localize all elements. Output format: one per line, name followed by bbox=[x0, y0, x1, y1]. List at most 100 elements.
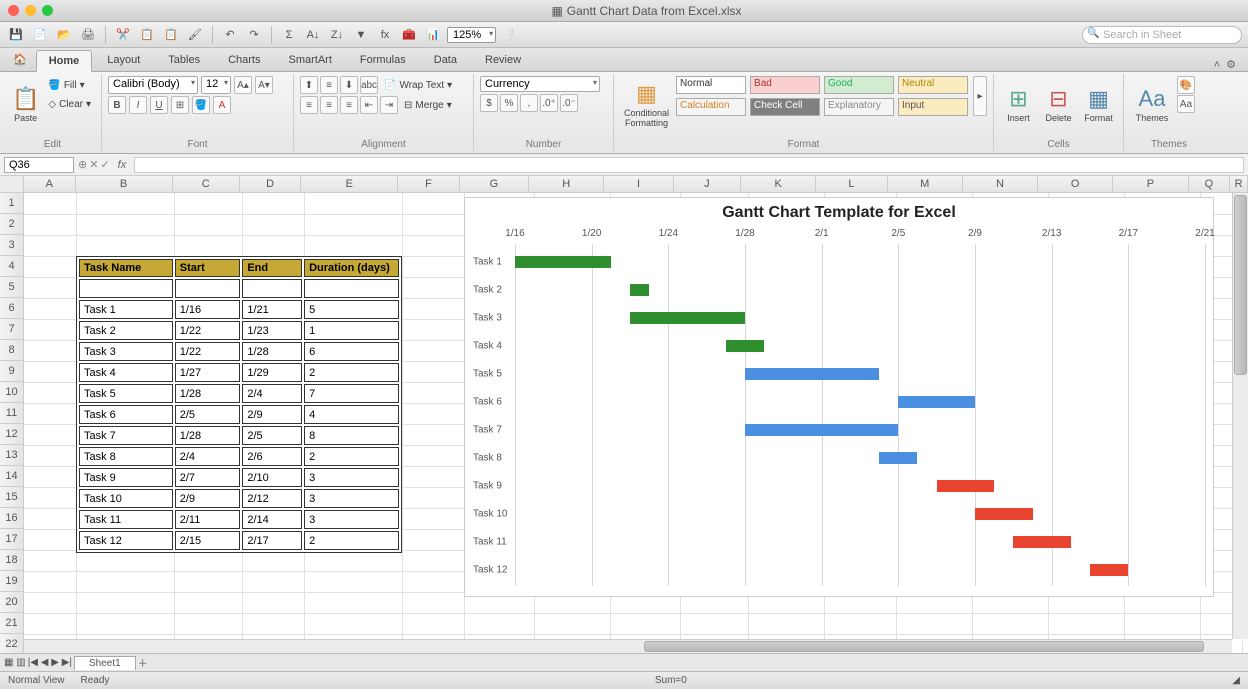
ribbon-tab-review[interactable]: Review bbox=[472, 49, 534, 71]
select-all-button[interactable] bbox=[0, 176, 24, 193]
undo-icon[interactable]: ↶ bbox=[220, 25, 240, 45]
fill-color-button[interactable]: 🪣 bbox=[192, 96, 210, 114]
ribbon-tab-charts[interactable]: Charts bbox=[215, 49, 273, 71]
theme-colors-icon[interactable]: 🎨 bbox=[1177, 76, 1195, 94]
expand-refs-icon[interactable]: ⊕ bbox=[78, 158, 87, 171]
gantt-bar[interactable] bbox=[937, 480, 995, 492]
formula-input[interactable] bbox=[134, 157, 1244, 173]
zoom-window-button[interactable] bbox=[42, 5, 53, 16]
add-sheet-button[interactable]: ＋ bbox=[138, 655, 148, 670]
row-header-10[interactable]: 10 bbox=[0, 382, 23, 403]
column-headers[interactable]: ABCDEFGHIJKLMNOPQR bbox=[24, 176, 1248, 193]
ribbon-collapse-icon[interactable]: ˄ bbox=[1214, 59, 1220, 71]
clear-button[interactable]: ◇ Clear ▾ bbox=[44, 95, 95, 113]
row-header-9[interactable]: 9 bbox=[0, 361, 23, 382]
row-header-21[interactable]: 21 bbox=[0, 613, 23, 634]
cell-style-normal[interactable]: Normal bbox=[676, 76, 746, 94]
minimize-window-button[interactable] bbox=[25, 5, 36, 16]
font-color-button[interactable]: A bbox=[213, 96, 231, 114]
ribbon-tab-smartart[interactable]: SmartArt bbox=[276, 49, 345, 71]
redo-icon[interactable]: ↷ bbox=[244, 25, 264, 45]
format-cells-button[interactable]: ▦Format bbox=[1080, 76, 1117, 134]
decrease-font-icon[interactable]: A▾ bbox=[255, 76, 273, 94]
number-format-select[interactable]: Currency bbox=[480, 76, 600, 92]
fill-button[interactable]: 🪣 Fill ▾ bbox=[44, 76, 95, 94]
row-header-12[interactable]: 12 bbox=[0, 424, 23, 445]
ribbon-tab-formulas[interactable]: Formulas bbox=[347, 49, 419, 71]
ribbon-tab-tables[interactable]: Tables bbox=[155, 49, 213, 71]
font-name-select[interactable]: Calibri (Body) bbox=[108, 76, 198, 94]
row-header-13[interactable]: 13 bbox=[0, 445, 23, 466]
gantt-bar[interactable] bbox=[1090, 564, 1128, 576]
ribbon-tab-home[interactable]: Home bbox=[36, 50, 93, 72]
views-icon[interactable]: ▦ ▥ bbox=[4, 657, 26, 668]
underline-button[interactable]: U bbox=[150, 96, 168, 114]
theme-fonts-icon[interactable]: Aa bbox=[1177, 95, 1195, 113]
col-header-R[interactable]: R bbox=[1230, 176, 1248, 192]
align-top-icon[interactable]: ⬆ bbox=[300, 76, 318, 94]
app-menu-icon[interactable]: 🏠 bbox=[6, 48, 34, 71]
ribbon-tab-layout[interactable]: Layout bbox=[94, 49, 153, 71]
conditional-formatting-button[interactable]: ▦Conditional Formatting bbox=[620, 76, 673, 134]
font-size-select[interactable]: 12 bbox=[201, 76, 231, 94]
gantt-chart[interactable]: Gantt Chart Template for Excel1/161/201/… bbox=[464, 197, 1214, 597]
bold-button[interactable]: B bbox=[108, 96, 126, 114]
merge-button[interactable]: ⊟ Merge ▾ bbox=[400, 96, 456, 114]
search-in-sheet[interactable]: Search in Sheet bbox=[1082, 26, 1242, 44]
row-header-15[interactable]: 15 bbox=[0, 487, 23, 508]
row-header-17[interactable]: 17 bbox=[0, 529, 23, 550]
save-icon[interactable]: 💾 bbox=[6, 25, 26, 45]
sort-za-icon[interactable]: Z↓ bbox=[327, 25, 347, 45]
align-right-icon[interactable]: ≡ bbox=[340, 96, 358, 114]
themes-button[interactable]: AaThemes bbox=[1130, 76, 1174, 134]
gantt-bar[interactable] bbox=[745, 424, 898, 436]
col-header-O[interactable]: O bbox=[1038, 176, 1113, 192]
autosum-icon[interactable]: Σ bbox=[279, 25, 299, 45]
cell-style-input[interactable]: Input bbox=[898, 98, 968, 116]
gantt-bar[interactable] bbox=[515, 256, 611, 268]
col-header-K[interactable]: K bbox=[741, 176, 816, 192]
cell-style-explanatory[interactable]: Explanatory ... bbox=[824, 98, 894, 116]
col-header-N[interactable]: N bbox=[963, 176, 1038, 192]
paste-icon[interactable]: 📋 bbox=[161, 25, 181, 45]
currency-icon[interactable]: $ bbox=[480, 94, 498, 112]
status-resize-icon[interactable]: ◢ bbox=[1232, 675, 1240, 686]
cancel-edit-icon[interactable]: ✕ bbox=[89, 158, 98, 171]
col-header-Q[interactable]: Q bbox=[1189, 176, 1231, 192]
col-header-F[interactable]: F bbox=[398, 176, 459, 192]
dec-dec-icon[interactable]: .0⁻ bbox=[560, 94, 578, 112]
dec-inc-icon[interactable]: .0⁺ bbox=[540, 94, 558, 112]
col-header-J[interactable]: J bbox=[674, 176, 741, 192]
gantt-bar[interactable] bbox=[630, 284, 649, 296]
border-button[interactable]: ⊞ bbox=[171, 96, 189, 114]
col-header-C[interactable]: C bbox=[173, 176, 240, 192]
row-header-5[interactable]: 5 bbox=[0, 277, 23, 298]
percent-icon[interactable]: % bbox=[500, 94, 518, 112]
sheet-tab[interactable]: Sheet1 bbox=[74, 656, 136, 670]
orientation-icon[interactable]: abc bbox=[360, 76, 378, 94]
filter-icon[interactable]: ▼ bbox=[351, 25, 371, 45]
col-header-I[interactable]: I bbox=[604, 176, 673, 192]
cell-style-checkcell[interactable]: Check Cell bbox=[750, 98, 820, 116]
toolbox-icon[interactable]: 🧰 bbox=[399, 25, 419, 45]
indent-dec-icon[interactable]: ⇤ bbox=[360, 96, 378, 114]
row-header-8[interactable]: 8 bbox=[0, 340, 23, 361]
wrap-text-button[interactable]: 📄 Wrap Text ▾ bbox=[380, 76, 456, 94]
name-box[interactable]: Q36 bbox=[4, 157, 74, 173]
gantt-bar[interactable] bbox=[898, 396, 975, 408]
task-table[interactable]: Task NameStartEndDuration (days)Task 11/… bbox=[76, 256, 402, 553]
delete-cells-button[interactable]: ⊟Delete bbox=[1040, 76, 1077, 134]
row-header-7[interactable]: 7 bbox=[0, 319, 23, 340]
row-header-4[interactable]: 4 bbox=[0, 256, 23, 277]
align-center-icon[interactable]: ≡ bbox=[320, 96, 338, 114]
row-header-2[interactable]: 2 bbox=[0, 214, 23, 235]
col-header-P[interactable]: P bbox=[1113, 176, 1188, 192]
cell-style-bad[interactable]: Bad bbox=[750, 76, 820, 94]
col-header-D[interactable]: D bbox=[240, 176, 301, 192]
cut-icon[interactable]: ✂️ bbox=[113, 25, 133, 45]
italic-button[interactable]: I bbox=[129, 96, 147, 114]
open-icon[interactable]: 📂 bbox=[54, 25, 74, 45]
ribbon-settings-icon[interactable]: ⚙ bbox=[1226, 58, 1236, 71]
format-painter-icon[interactable]: 🖌 bbox=[185, 25, 205, 45]
indent-inc-icon[interactable]: ⇥ bbox=[380, 96, 398, 114]
